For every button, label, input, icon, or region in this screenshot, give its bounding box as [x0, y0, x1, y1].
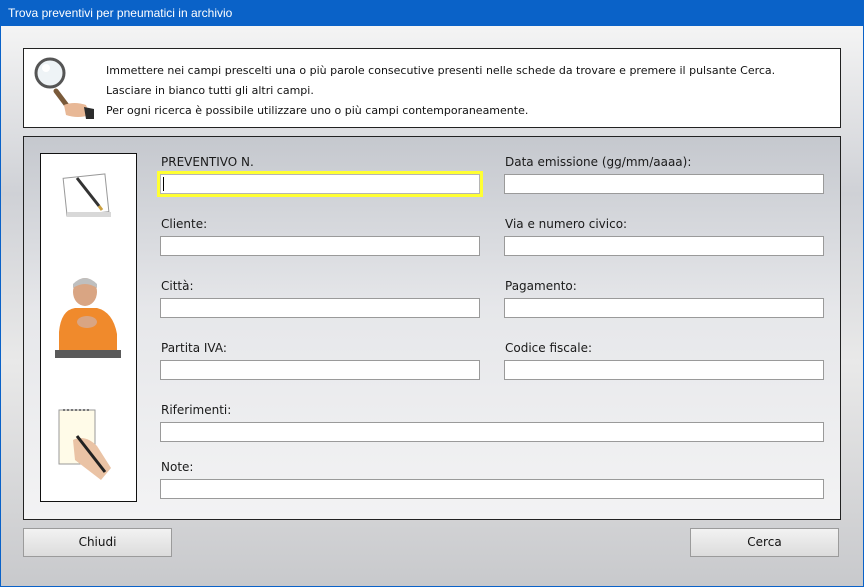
- instruction-line-2: Lasciare in bianco tutti gli altri campi…: [106, 84, 314, 97]
- cliente-input[interactable]: [160, 236, 480, 256]
- citta-input[interactable]: [160, 298, 480, 318]
- note-input[interactable]: [160, 479, 824, 499]
- magnifier-icon: [34, 57, 94, 119]
- riferimenti-label: Riferimenti:: [161, 403, 232, 417]
- writing-hand-icon: [58, 409, 111, 480]
- pagamento-label: Pagamento:: [505, 279, 577, 293]
- search-form-panel: PREVENTIVO N. Data emissione (gg/mm/aaaa…: [23, 136, 841, 520]
- cliente-label: Cliente:: [161, 217, 208, 231]
- via-label: Via e numero civico:: [505, 217, 628, 231]
- close-button[interactable]: Chiudi: [23, 528, 172, 557]
- window-title: Trova preventivi per pneumatici in archi…: [8, 6, 233, 20]
- dialog-client-area: Immettere nei campi prescelti una o più …: [1, 26, 863, 586]
- instructions-text: Immettere nei campi prescelti una o più …: [106, 61, 775, 121]
- preventivo-label: PREVENTIVO N.: [161, 155, 254, 169]
- codice-fiscale-input[interactable]: [504, 360, 824, 380]
- text-caret: [163, 177, 164, 191]
- notepad-pen-icon: [62, 173, 111, 217]
- codice-fiscale-label: Codice fiscale:: [505, 341, 592, 355]
- window-titlebar: Trova preventivi per pneumatici in archi…: [0, 0, 864, 26]
- person-photo: [55, 278, 121, 358]
- instructions-box: Immettere nei campi prescelti una o più …: [23, 48, 841, 128]
- search-button[interactable]: Cerca: [690, 528, 839, 557]
- illustration-column: [40, 153, 137, 502]
- partita-iva-label: Partita IVA:: [161, 341, 227, 355]
- data-emissione-label: Data emissione (gg/mm/aaaa):: [505, 155, 692, 169]
- note-label: Note:: [161, 460, 194, 474]
- instruction-line-1: Immettere nei campi prescelti una o più …: [106, 64, 776, 77]
- preventivo-input[interactable]: [157, 171, 483, 197]
- data-emissione-input[interactable]: [504, 174, 824, 194]
- riferimenti-input[interactable]: [160, 422, 824, 442]
- partita-iva-input[interactable]: [160, 360, 480, 380]
- instruction-line-3: Per ogni ricerca è possibile utilizzare …: [106, 104, 529, 117]
- citta-label: Città:: [161, 279, 194, 293]
- via-input[interactable]: [504, 236, 824, 256]
- pagamento-input[interactable]: [504, 298, 824, 318]
